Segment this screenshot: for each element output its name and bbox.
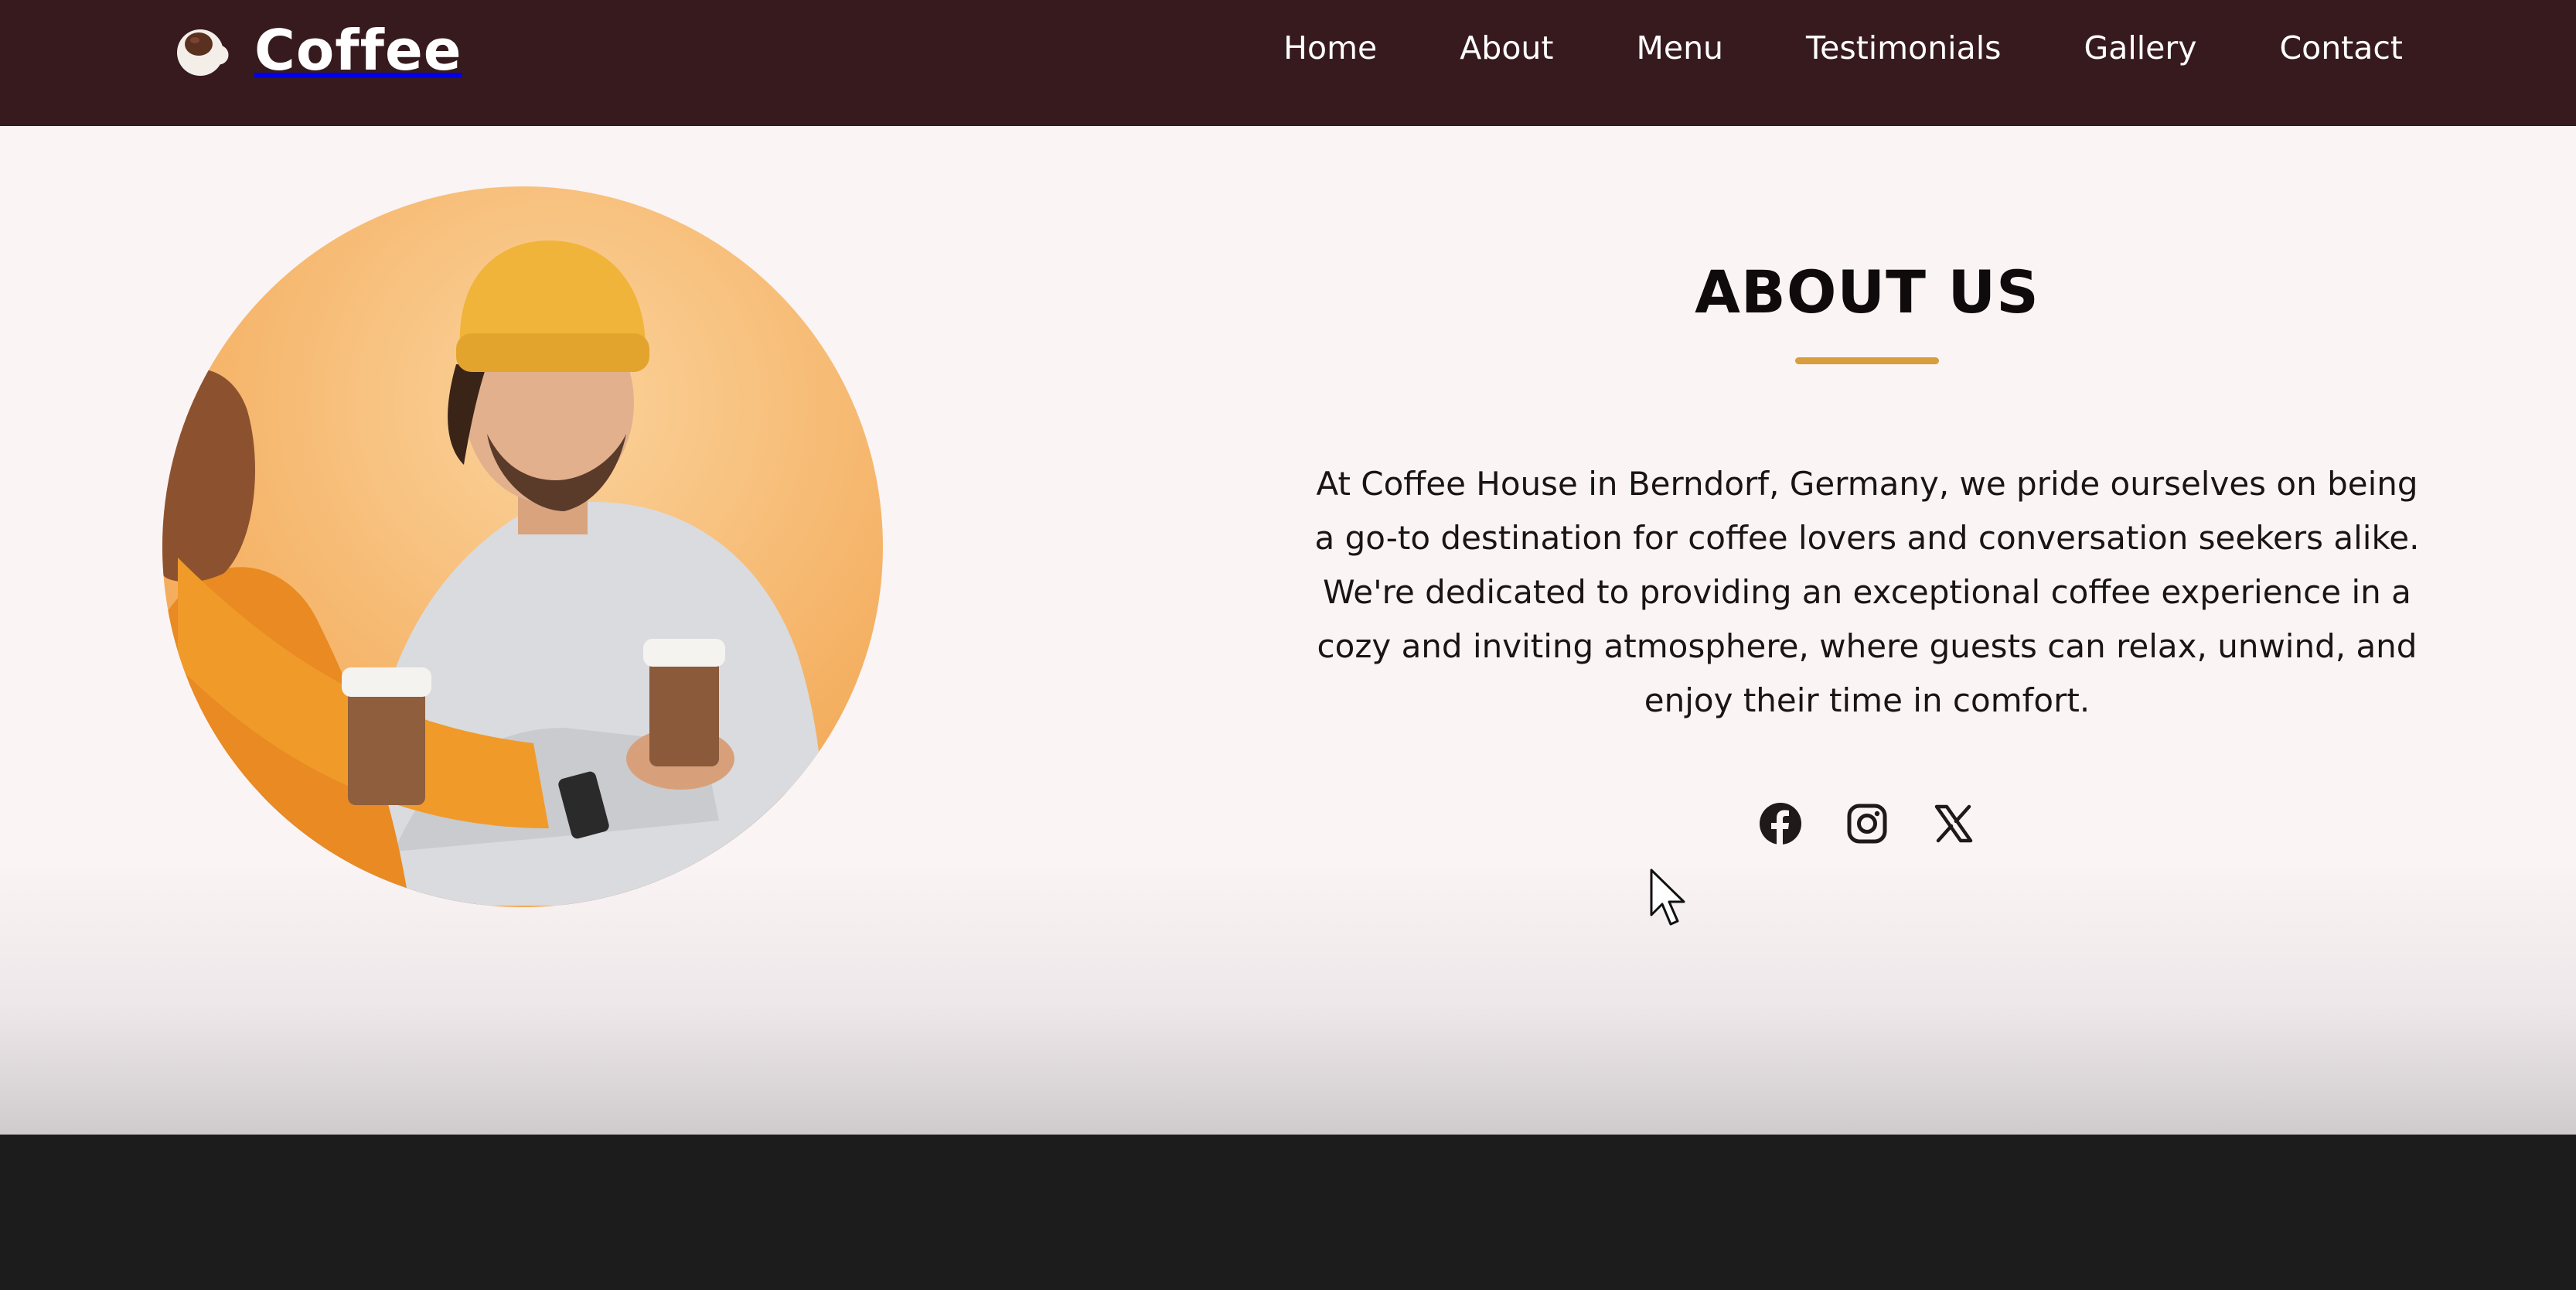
about-content: ABOUT US At Coffee House in Berndorf, Ge…	[1276, 258, 2458, 845]
about-section: ABOUT US At Coffee House in Berndorf, Ge…	[0, 126, 2576, 1135]
facebook-link[interactable]	[1759, 802, 1802, 845]
navbar: Coffee Home About Menu Testimonials Gall…	[0, 0, 2576, 126]
nav-link-about[interactable]: About	[1460, 23, 1553, 73]
instagram-icon	[1847, 804, 1887, 844]
nav-menu: Home About Menu Testimonials Gallery Con…	[1283, 23, 2403, 73]
nav-link-home[interactable]: Home	[1283, 23, 1377, 73]
coffee-cup-icon	[177, 29, 229, 76]
footer	[0, 1135, 2576, 1290]
title-underline	[1795, 357, 1939, 364]
brand-link[interactable]: Coffee	[174, 18, 462, 83]
section-title: ABOUT US	[1695, 258, 2039, 326]
nav-link-testimonials[interactable]: Testimonials	[1806, 23, 2001, 73]
nav-link-gallery[interactable]: Gallery	[2084, 23, 2196, 73]
mouse-cursor-icon	[1650, 869, 1685, 926]
x-twitter-icon	[1934, 804, 1973, 843]
x-link[interactable]	[1932, 802, 1975, 845]
social-links	[1276, 802, 2458, 845]
couple-drinking-coffee-photo	[162, 186, 883, 907]
instagram-link[interactable]	[1845, 802, 1889, 845]
nav-link-contact[interactable]: Contact	[2279, 23, 2403, 73]
nav-link-menu[interactable]: Menu	[1636, 23, 1723, 73]
brand-name: Coffee	[254, 18, 462, 83]
about-description: At Coffee House in Berndorf, Germany, we…	[1314, 465, 2420, 719]
facebook-icon	[1760, 803, 1801, 845]
about-photo	[162, 186, 883, 907]
